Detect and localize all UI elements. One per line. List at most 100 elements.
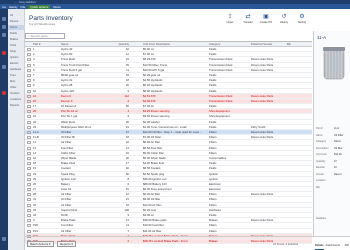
row-checkbox[interactable] — [27, 110, 31, 114]
row-checkbox[interactable] — [27, 94, 31, 98]
row-checkbox[interactable] — [27, 162, 31, 166]
alert-icon[interactable] — [2, 51, 6, 55]
row-checkbox[interactable] — [27, 203, 31, 207]
detail-field-label: Category — [316, 140, 327, 143]
reports-icon[interactable] — [2, 65, 6, 69]
row-checkbox[interactable] — [27, 48, 31, 51]
detail-field-label: Vendor — [316, 172, 324, 176]
row-checkbox[interactable] — [27, 73, 31, 77]
row-checkbox[interactable] — [27, 141, 31, 145]
home-icon[interactable] — [2, 17, 6, 21]
batch-actions-button[interactable]: Batch Actions ▾ — [27, 241, 54, 247]
history-button[interactable]: ↺ History — [275, 14, 293, 28]
row-checkbox[interactable] — [27, 131, 31, 134]
row-checkbox[interactable] — [27, 125, 31, 129]
row-checkbox[interactable] — [27, 188, 31, 192]
row-checkbox[interactable] — [27, 214, 31, 217]
row-checkbox[interactable] — [27, 156, 31, 160]
quick-actions-button[interactable]: Quick actions — [28, 4, 51, 9]
nav-item[interactable]: Tools — [8, 43, 25, 48]
grid-body: 1 Hydro 40 10 $5.00 oil Fluids 2 Hydro 80 12 $7.… — [25, 47, 312, 245]
row-checkbox[interactable] — [27, 193, 31, 197]
status-text: 21 found, 1 selected — [273, 242, 299, 246]
row-checkbox[interactable] — [27, 208, 31, 212]
row-checkbox[interactable] — [27, 58, 31, 62]
detail-field-label: Name — [316, 133, 323, 137]
app-sidebar — [0, 9, 8, 250]
nav-item[interactable]: Electric — [8, 61, 25, 66]
nav-item[interactable]: Brakes — [8, 37, 25, 42]
category-nav: All Recent Filters Fluids Brakes Tools Shop Ign… — [8, 9, 25, 250]
search-input[interactable]: ⌕ Search parts... — [25, 33, 65, 39]
row-checkbox[interactable] — [27, 120, 31, 124]
nav-item[interactable]: Ignition — [8, 55, 25, 60]
detail-field-label: Quantity — [316, 159, 326, 163]
nav-item[interactable]: Filters — [8, 25, 25, 30]
row-checkbox[interactable] — [27, 53, 31, 57]
row-checkbox[interactable] — [27, 63, 31, 67]
row-checkbox[interactable] — [27, 136, 31, 140]
nav-item[interactable]: Shop — [8, 49, 25, 54]
settings-icon[interactable] — [2, 237, 6, 241]
row-checkbox[interactable] — [27, 151, 31, 155]
page-title: Parts Inventory — [29, 15, 73, 22]
inventory-icon[interactable] — [2, 25, 6, 29]
row-checkbox[interactable] — [27, 99, 31, 103]
nav-item[interactable]: All — [8, 13, 25, 18]
row-checkbox[interactable] — [27, 105, 31, 109]
row-checkbox[interactable] — [27, 146, 31, 150]
detail-field-value: 10 — [334, 166, 337, 169]
nav-item[interactable]: Misc — [8, 79, 25, 84]
detail-field-label: Description — [316, 146, 329, 150]
row-checkbox[interactable] — [27, 84, 31, 88]
qat-item[interactable]: File — [21, 5, 26, 9]
nav-item[interactable]: Hardware — [8, 67, 25, 72]
nav-item[interactable]: Other — [8, 85, 25, 90]
detail-field-label: Part # — [316, 127, 323, 130]
nav-item[interactable]: Vendors — [8, 91, 25, 96]
detail-field-value: Dave's — [334, 172, 342, 176]
nav-item[interactable]: Recent — [8, 19, 25, 24]
page-header: Parts Inventory For All Warehouses ⇪ Uppe… — [25, 9, 312, 31]
row-checkbox[interactable] — [27, 229, 31, 233]
row-checkbox[interactable] — [27, 89, 31, 93]
oil-filter-image — [323, 47, 345, 80]
orders-icon[interactable] — [2, 33, 6, 37]
detail-field-value: $12.00 — [334, 153, 342, 156]
upper-button[interactable]: ⇪ Upper — [221, 14, 239, 28]
detail-field-value: Oil Filter — [334, 133, 344, 137]
create-po-button[interactable]: ▣ Create PO — [257, 14, 275, 28]
row-checkbox[interactable] — [27, 68, 31, 72]
detail-field-label: Min — [316, 185, 321, 189]
row-checkbox[interactable] — [27, 219, 31, 223]
gear-icon: ⚙ — [299, 14, 305, 20]
detail-field-label: Reorder — [316, 166, 326, 169]
grid-footer: Batch Actions ▾ Reports ▾ 21 found, 1 se… — [25, 236, 350, 250]
detail-field-value: Oil filter — [334, 146, 343, 150]
nav-item[interactable]: Tires — [8, 73, 25, 78]
row-checkbox[interactable] — [27, 167, 31, 171]
settings-button[interactable]: ⚙ Setting — [293, 14, 311, 28]
qat-item[interactable]: Ca — [2, 5, 6, 9]
upload-icon: ⇪ — [227, 14, 233, 20]
transfer-button[interactable]: ⇄ Transfer — [239, 14, 257, 28]
qat-item[interactable]: Handy — [9, 5, 18, 9]
row-checkbox[interactable] — [27, 79, 31, 83]
nav-item[interactable]: Reports — [8, 103, 25, 108]
qat-item[interactable]: Redo — [53, 5, 60, 9]
reports-button[interactable]: Reports ▾ — [57, 241, 76, 247]
detail-field-value: 11-A — [334, 127, 340, 130]
statistics-label: Statistics — [316, 217, 327, 220]
row-checkbox[interactable] — [27, 224, 31, 228]
notification-icon[interactable] — [2, 91, 6, 95]
row-checkbox[interactable] — [27, 198, 31, 202]
row-checkbox[interactable] — [27, 172, 31, 176]
detail-title: 11-A — [317, 35, 327, 40]
transfer-icon: ⇄ — [245, 14, 251, 20]
row-checkbox[interactable] — [27, 177, 31, 181]
parts-grid: Part # Name Quantity Unit Cost, Descript… — [25, 41, 312, 245]
nav-item[interactable]: Fluids — [8, 31, 25, 36]
nav-item[interactable]: Locations — [8, 97, 25, 102]
row-checkbox[interactable] — [27, 182, 31, 186]
row-checkbox[interactable] — [27, 115, 31, 119]
